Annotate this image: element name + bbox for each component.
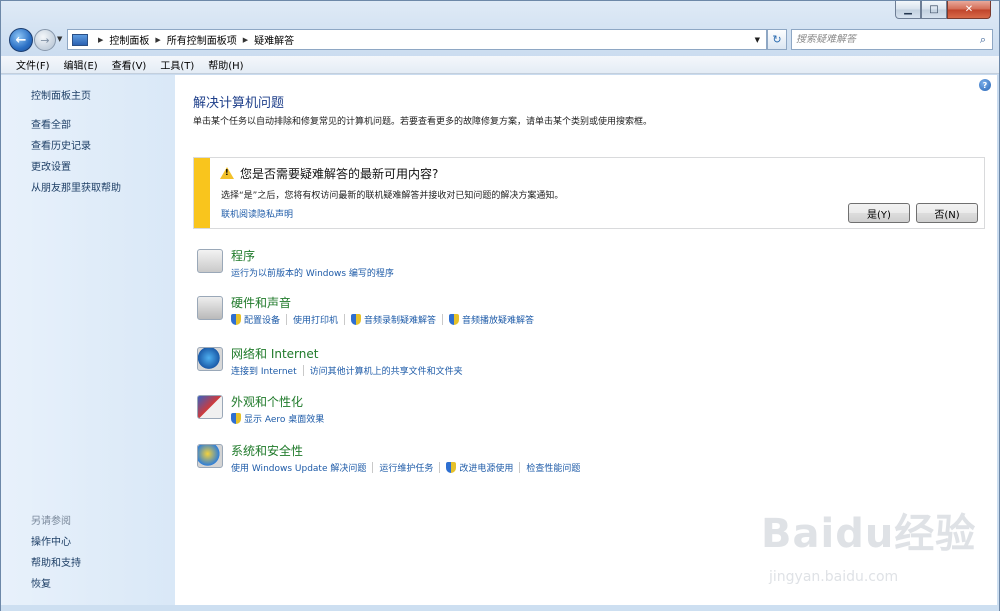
sidebar-item-view-history[interactable]: 查看历史记录	[31, 137, 91, 152]
warning-mark: !	[225, 168, 229, 177]
notice-stripe	[194, 158, 210, 228]
category-hardware-and-sound: 硬件和声音 配置设备 使用打印机 音频录制疑难解答 音频播放疑难解答	[197, 294, 977, 334]
category-system-and-security: 系统和安全性 使用 Windows Update 解决问题 运行维护任务 改进电…	[197, 442, 977, 482]
breadcrumb-separator-icon[interactable]: ▶	[98, 36, 103, 44]
uac-shield-icon	[231, 413, 241, 424]
update-notice-banner: ! 您是否需要疑难解答的最新可用内容? 选择“是”之后，您将有权访问最新的联机疑…	[193, 157, 985, 229]
task-link[interactable]: 显示 Aero 桌面效果	[244, 412, 324, 425]
sidebar-item-view-all[interactable]: 查看全部	[31, 116, 71, 131]
privacy-statement-link[interactable]: 联机阅读隐私声明	[221, 207, 293, 220]
category-title[interactable]: 网络和 Internet	[231, 345, 318, 362]
category-title[interactable]: 系统和安全性	[231, 442, 303, 459]
sidebar-item-get-help-from-friend[interactable]: 从朋友那里获取帮助	[31, 179, 121, 194]
history-dropdown-icon[interactable]: ▼	[57, 35, 62, 43]
task-link[interactable]: 使用打印机	[293, 313, 338, 326]
title-bar: ▁ □ ✕	[1, 1, 999, 25]
category-links: 连接到 Internet 访问其他计算机上的共享文件和文件夹	[231, 364, 463, 377]
menu-tools[interactable]: 工具(T)	[153, 57, 201, 72]
baidu-watermark: Baidu经验	[761, 511, 977, 557]
programs-icon[interactable]	[197, 249, 223, 273]
link-divider	[442, 314, 444, 325]
category-title[interactable]: 硬件和声音	[231, 294, 291, 311]
uac-shield-icon	[351, 314, 362, 325]
breadcrumb-troubleshooting[interactable]: 疑难解答	[254, 32, 294, 47]
category-appearance: 外观和个性化 显示 Aero 桌面效果	[197, 393, 977, 433]
uac-shield-icon	[449, 314, 460, 325]
page-description: 单击某个任务以自动排除和修复常见的计算机问题。若要查看更多的故障修复方案，请单击…	[193, 117, 653, 127]
yes-button[interactable]: 是(Y)	[848, 203, 910, 223]
no-button[interactable]: 否(N)	[916, 203, 978, 223]
link-divider	[372, 462, 374, 473]
breadcrumb-control-panel[interactable]: 控制面板	[109, 32, 149, 47]
menu-help[interactable]: 帮助(H)	[201, 57, 250, 72]
task-link[interactable]: 配置设备	[244, 313, 280, 326]
link-divider	[519, 462, 521, 473]
category-programs: 程序 运行为以前版本的 Windows 编写的程序	[197, 247, 977, 287]
uac-shield-icon	[446, 462, 457, 473]
category-network-and-internet: 网络和 Internet 连接到 Internet 访问其他计算机上的共享文件和…	[197, 345, 977, 385]
address-dropdown-icon[interactable]: ▼	[755, 36, 760, 44]
search-box: ⌕	[791, 29, 993, 50]
navigation-bar: ← → ▼ ▶ 控制面板 ▶ 所有控制面板项 ▶ 疑难解答 ▼ ↻ ⌕	[1, 25, 999, 55]
menu-edit[interactable]: 编辑(E)	[57, 57, 105, 72]
refresh-button[interactable]: ↻	[767, 29, 787, 50]
category-title[interactable]: 外观和个性化	[231, 393, 303, 410]
sidebar-item-change-settings[interactable]: 更改设置	[31, 158, 71, 173]
see-also-action-center[interactable]: 操作中心	[31, 533, 71, 548]
security-icon[interactable]	[197, 444, 223, 468]
search-icon[interactable]: ⌕	[974, 33, 992, 47]
hardware-icon[interactable]	[197, 296, 223, 320]
task-link[interactable]: 改进电源使用	[459, 461, 513, 474]
see-also-recovery[interactable]: 恢复	[31, 575, 51, 590]
help-icon[interactable]: ?	[979, 79, 991, 91]
appearance-icon[interactable]	[197, 395, 223, 419]
link-divider	[286, 314, 288, 325]
minimize-button[interactable]: ▁	[895, 1, 921, 19]
link-divider	[344, 314, 346, 325]
address-bar[interactable]: ▶ 控制面板 ▶ 所有控制面板项 ▶ 疑难解答 ▼	[67, 29, 767, 50]
page-title: 解决计算机问题	[193, 96, 285, 111]
close-button[interactable]: ✕	[947, 1, 991, 19]
back-button[interactable]: ←	[9, 28, 33, 52]
breadcrumb-all-items[interactable]: 所有控制面板项	[167, 32, 237, 47]
maximize-button[interactable]: □	[921, 1, 947, 19]
window-bottom-border	[1, 605, 999, 611]
category-links: 配置设备 使用打印机 音频录制疑难解答 音频播放疑难解答	[231, 313, 534, 326]
task-link[interactable]: 使用 Windows Update 解决问题	[231, 461, 366, 474]
see-also-heading: 另请参阅	[31, 516, 71, 527]
category-links: 显示 Aero 桌面效果	[231, 412, 324, 425]
task-link[interactable]: 访问其他计算机上的共享文件和文件夹	[310, 364, 463, 377]
menu-bar: 文件(F) 编辑(E) 查看(V) 工具(T) 帮助(H)	[1, 56, 999, 74]
notice-title: 您是否需要疑难解答的最新可用内容?	[240, 167, 439, 181]
sidebar-control-panel-home[interactable]: 控制面板主页	[31, 87, 91, 102]
link-divider	[302, 365, 304, 376]
task-link[interactable]: 音频录制疑难解答	[364, 313, 436, 326]
sidebar: 控制面板主页 查看全部 查看历史记录 更改设置 从朋友那里获取帮助 另请参阅 操…	[1, 75, 175, 605]
forward-button[interactable]: →	[34, 29, 56, 51]
control-panel-window: ▁ □ ✕ ← → ▼ ▶ 控制面板 ▶ 所有控制面板项 ▶ 疑难解答 ▼ ↻ …	[0, 0, 1000, 611]
link-divider	[439, 462, 441, 473]
breadcrumb-separator-icon[interactable]: ▶	[243, 36, 248, 44]
menu-view[interactable]: 查看(V)	[105, 57, 154, 72]
search-input[interactable]	[796, 34, 974, 45]
category-links: 运行为以前版本的 Windows 编写的程序	[231, 266, 394, 279]
see-also-help-and-support[interactable]: 帮助和支持	[31, 554, 81, 569]
caption-buttons: ▁ □ ✕	[895, 1, 991, 19]
network-icon[interactable]	[197, 347, 223, 371]
task-link[interactable]: 音频播放疑难解答	[462, 313, 534, 326]
task-link[interactable]: 连接到 Internet	[231, 364, 297, 377]
notice-text: 选择“是”之后，您将有权访问最新的联机疑难解答并接收对已知问题的解决方案通知。	[221, 191, 564, 201]
task-link[interactable]: 运行为以前版本的 Windows 编写的程序	[231, 266, 394, 279]
category-title[interactable]: 程序	[231, 247, 255, 264]
task-link[interactable]: 运行维护任务	[379, 461, 433, 474]
category-links: 使用 Windows Update 解决问题 运行维护任务 改进电源使用 检查性…	[231, 461, 580, 474]
baidu-watermark-url: jingyan.baidu.com	[769, 569, 899, 585]
breadcrumb-separator-icon[interactable]: ▶	[155, 36, 160, 44]
task-link[interactable]: 检查性能问题	[526, 461, 580, 474]
menu-file[interactable]: 文件(F)	[9, 57, 57, 72]
control-panel-icon	[72, 33, 88, 46]
uac-shield-icon	[231, 314, 241, 325]
